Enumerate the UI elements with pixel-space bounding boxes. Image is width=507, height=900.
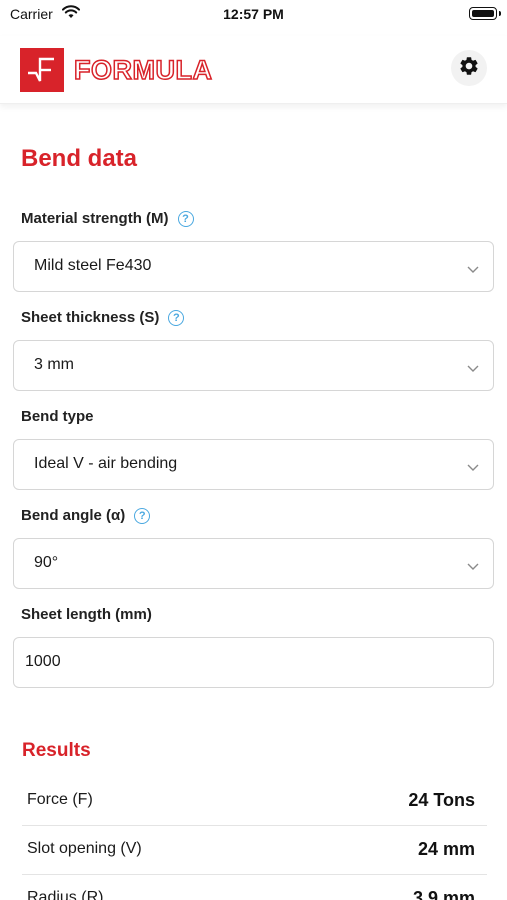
- bend-type-select[interactable]: Ideal V - air bending: [13, 439, 494, 490]
- result-row-force: Force (F) 24 Tons: [22, 777, 487, 826]
- bend-data-title: Bend data: [21, 145, 138, 172]
- sheet-thickness-value: 3 mm: [34, 356, 74, 373]
- chevron-down-icon: [467, 360, 479, 378]
- sheet-thickness-select[interactable]: 3 mm: [13, 340, 494, 391]
- help-icon[interactable]: ?: [177, 210, 194, 227]
- result-label: Radius (R): [27, 889, 104, 900]
- bend-type-label: Bend type: [21, 408, 94, 425]
- sheet-length-input[interactable]: [25, 653, 465, 671]
- settings-button[interactable]: [451, 50, 487, 86]
- result-value: 3.9 mm: [412, 888, 475, 900]
- material-strength-value: Mild steel Fe430: [34, 257, 152, 274]
- help-icon[interactable]: ?: [168, 309, 185, 326]
- brand-name: FORMULA: [73, 54, 213, 86]
- result-value: 24 mm: [417, 839, 475, 859]
- gear-icon: [458, 55, 480, 82]
- chevron-down-icon: [467, 459, 479, 477]
- material-strength-label-text: Material strength (M): [21, 210, 169, 227]
- clock: 12:57 PM: [223, 6, 284, 22]
- result-label: Force (F): [27, 791, 93, 808]
- bend-angle-select[interactable]: 90°: [13, 538, 494, 589]
- bend-type-value: Ideal V - air bending: [34, 455, 178, 472]
- battery-icon: [469, 7, 501, 20]
- material-strength-label: Material strength (M) ?: [21, 210, 194, 227]
- bend-type-label-text: Bend type: [21, 408, 94, 425]
- sheet-length-field[interactable]: [13, 637, 494, 688]
- results-title: Results: [22, 740, 91, 761]
- result-value: 24 Tons: [408, 790, 475, 810]
- sheet-length-label: Sheet length (mm): [21, 606, 152, 623]
- bend-angle-label: Bend angle (α) ?: [21, 507, 151, 524]
- result-label: Slot opening (V): [27, 840, 142, 857]
- sheet-thickness-label-text: Sheet thickness (S): [21, 309, 160, 326]
- chevron-down-icon: [467, 261, 479, 279]
- chevron-down-icon: [467, 558, 479, 576]
- status-bar: Carrier 12:57 PM: [0, 0, 507, 30]
- result-row-slot-opening: Slot opening (V) 24 mm: [22, 826, 487, 875]
- app-header: FORMULA: [0, 36, 507, 104]
- sheet-thickness-label: Sheet thickness (S) ?: [21, 309, 185, 326]
- result-row-radius: Radius (R) 3.9 mm: [22, 875, 487, 900]
- material-strength-select[interactable]: Mild steel Fe430: [13, 241, 494, 292]
- formula-logo-icon: [20, 48, 64, 92]
- sheet-length-label-text: Sheet length (mm): [21, 606, 152, 623]
- bend-angle-label-text: Bend angle (α): [21, 507, 126, 524]
- help-icon[interactable]: ?: [134, 507, 151, 524]
- bend-angle-value: 90°: [34, 554, 59, 571]
- brand-logo: FORMULA: [20, 48, 213, 92]
